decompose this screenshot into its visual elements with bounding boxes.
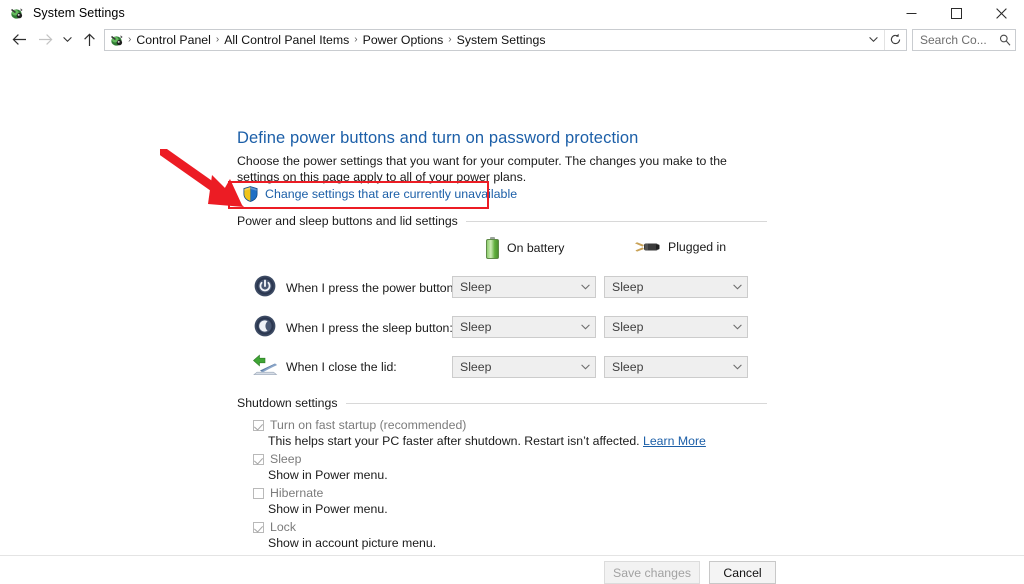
checkbox-label: Lock — [270, 520, 296, 534]
window-controls — [889, 0, 1024, 26]
forward-arrow-icon — [32, 28, 58, 52]
row-label-close-lid: When I close the lid: — [286, 360, 397, 374]
power-button-icon — [254, 275, 276, 297]
power-button-plugged-in-dropdown[interactable]: Sleep — [604, 276, 748, 298]
footer-divider — [0, 555, 1024, 556]
sleep-moon-icon — [254, 315, 276, 337]
page-description: Choose the power settings that you want … — [237, 154, 727, 184]
column-header-plugged-in: Plugged in — [634, 239, 726, 255]
change-settings-link-row[interactable]: Change settings that are currently unava… — [243, 186, 517, 202]
fast-startup-description-text: This helps start your PC faster after sh… — [268, 434, 643, 448]
checkbox-label: Sleep — [270, 452, 302, 466]
power-section-title: Power and sleep buttons and lid settings — [237, 214, 458, 228]
checkbox-indicator[interactable] — [253, 488, 264, 499]
chevron-down-icon — [575, 284, 595, 290]
sleep-button-on-battery-dropdown[interactable]: Sleep — [452, 316, 596, 338]
checkbox-label: Turn on fast startup (recommended) — [270, 418, 467, 432]
address-bar[interactable]: › Control Panel › All Control Panel Item… — [104, 28, 907, 51]
address-chevron-down-icon[interactable] — [862, 30, 884, 50]
checkbox-sleep[interactable]: Sleep — [253, 452, 301, 466]
lock-description: Show in account picture menu. — [268, 536, 437, 550]
chevron-down-icon — [575, 324, 595, 330]
fast-startup-description: This helps start your PC faster after sh… — [268, 434, 706, 448]
column-label-on-battery: On battery — [507, 241, 565, 255]
chevron-down-icon — [575, 364, 595, 370]
checkbox-fast-startup[interactable]: Turn on fast startup (recommended) — [253, 418, 466, 432]
dropdown-value: Sleep — [612, 320, 644, 334]
checkbox-lock[interactable]: Lock — [253, 520, 296, 534]
breadcrumb: › Control Panel › All Control Panel Item… — [127, 32, 862, 48]
row-label-sleep-button: When I press the sleep button: — [286, 321, 453, 335]
address-control-panel-icon — [109, 32, 125, 48]
up-arrow-icon[interactable] — [76, 28, 102, 52]
power-button-on-battery-dropdown[interactable]: Sleep — [452, 276, 596, 298]
dropdown-value: Sleep — [460, 280, 492, 294]
minimize-icon[interactable] — [889, 0, 934, 26]
back-arrow-icon[interactable] — [6, 28, 32, 52]
close-lid-plugged-in-dropdown[interactable]: Sleep — [604, 356, 748, 378]
dropdown-value: Sleep — [612, 360, 644, 374]
column-header-on-battery: On battery — [486, 237, 564, 259]
search-input[interactable]: Search Co... — [912, 28, 1016, 51]
laptop-lid-icon — [252, 354, 278, 376]
power-section-header: Power and sleep buttons and lid settings — [237, 214, 767, 228]
search-placeholder: Search Co... — [920, 32, 987, 47]
battery-icon — [486, 237, 499, 259]
checkbox-label: Hibernate — [270, 486, 324, 500]
shutdown-section-title: Shutdown settings — [237, 396, 338, 410]
shutdown-section-header: Shutdown settings — [237, 396, 767, 410]
window-title: System Settings — [33, 6, 125, 20]
learn-more-link[interactable]: Learn More — [643, 434, 706, 448]
checkbox-indicator[interactable] — [253, 420, 264, 431]
breadcrumb-item-system-settings[interactable]: System Settings — [453, 32, 550, 48]
dropdown-value: Sleep — [460, 320, 492, 334]
chevron-down-icon — [727, 364, 747, 370]
recent-locations-chevron-down-icon[interactable] — [58, 28, 76, 52]
dropdown-value: Sleep — [460, 360, 492, 374]
section-divider — [345, 402, 767, 404]
section-divider — [465, 220, 767, 222]
breadcrumb-item-control-panel[interactable]: Control Panel — [132, 32, 215, 48]
sleep-button-plugged-in-dropdown[interactable]: Sleep — [604, 316, 748, 338]
breadcrumb-item-power-options[interactable]: Power Options — [359, 32, 448, 48]
navigation-bar: › Control Panel › All Control Panel Item… — [0, 26, 1024, 53]
hibernate-description: Show in Power menu. — [268, 502, 388, 516]
sleep-description: Show in Power menu. — [268, 468, 388, 482]
close-lid-on-battery-dropdown[interactable]: Sleep — [452, 356, 596, 378]
dropdown-value: Sleep — [612, 280, 644, 294]
change-settings-link[interactable]: Change settings that are currently unava… — [265, 187, 517, 201]
power-plug-icon — [634, 239, 660, 255]
breadcrumb-item-all-control-panel-items[interactable]: All Control Panel Items — [220, 32, 353, 48]
close-icon[interactable] — [979, 0, 1024, 26]
search-icon[interactable] — [995, 34, 1015, 46]
page-title: Define power buttons and turn on passwor… — [237, 129, 639, 147]
refresh-icon[interactable] — [884, 29, 906, 50]
control-panel-icon — [9, 5, 25, 21]
chevron-down-icon — [727, 324, 747, 330]
cancel-button[interactable]: Cancel — [709, 561, 776, 584]
maximize-icon[interactable] — [934, 0, 979, 26]
checkbox-hibernate[interactable]: Hibernate — [253, 486, 323, 500]
checkbox-indicator[interactable] — [253, 522, 264, 533]
title-bar: System Settings — [0, 0, 1024, 26]
address-bar-actions — [862, 29, 906, 50]
checkbox-indicator[interactable] — [253, 454, 264, 465]
chevron-down-icon — [727, 284, 747, 290]
shield-icon — [243, 186, 258, 202]
save-changes-button: Save changes — [604, 561, 700, 584]
row-label-power-button: When I press the power button: — [286, 281, 457, 295]
column-label-plugged-in: Plugged in — [668, 240, 727, 254]
